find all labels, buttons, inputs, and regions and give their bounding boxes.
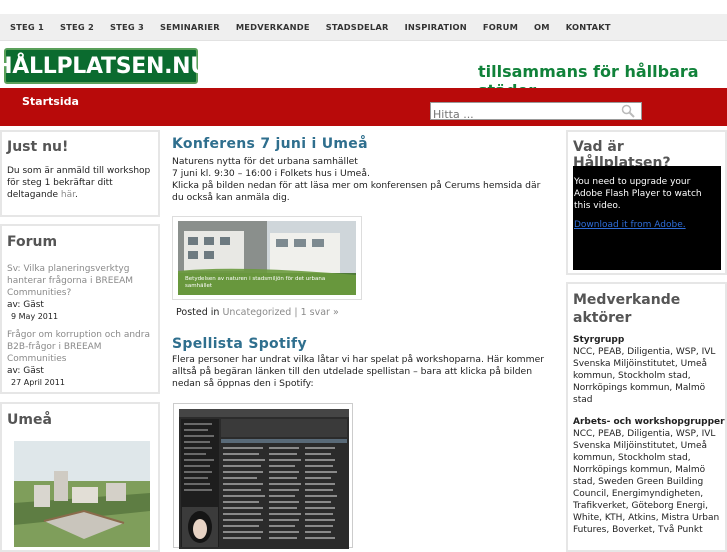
group-members: NCC, PEAB, Diligentia, WSP, IVL Svenska … (573, 429, 720, 535)
medverkande-title: Medverkande aktörer (573, 292, 681, 326)
forum-post: Frågor om korruption och andra B2B-frågo… (7, 329, 159, 389)
umea-aerial-image[interactable] (14, 441, 150, 547)
forum-post-date: 9 May 2011 (11, 312, 59, 321)
nav-inspiration[interactable]: INSPIRATION (405, 22, 467, 32)
nav-forum[interactable]: FORUM (483, 22, 518, 32)
nav-steg-1[interactable]: STEG 1 (10, 22, 44, 32)
search-icon[interactable] (621, 104, 635, 118)
flash-download-link[interactable]: Download it from Adobe. (574, 220, 686, 230)
site-logo[interactable]: HÅLLPLATSEN.NU (0, 48, 208, 84)
forum-post-link[interactable]: Frågor om korruption och andra B2B-frågo… (7, 330, 150, 364)
search-box (430, 102, 642, 123)
spotify-image-frame[interactable] (173, 403, 353, 549)
just-nu-widget: Just nu! Du som är anmäld till workshop … (0, 130, 160, 217)
forum-post-author: av: Gäst (7, 366, 44, 376)
medverkande-group: Arbets- och workshopgrupper NCC, PEAB, D… (573, 416, 725, 536)
top-navigation: STEG 1 STEG 2 STEG 3 SEMINARIER MEDVERKA… (0, 14, 727, 40)
spotify-playlist-image[interactable] (179, 409, 349, 549)
post-line: Klicka på bilden nedan för att läsa mer … (172, 180, 541, 203)
forum-widget: Forum Sv: Vilka planeringsverktyg hanter… (0, 224, 160, 394)
just-nu-title: Just nu! (7, 139, 69, 155)
post-line: Naturens nytta för det urbana samhället (172, 156, 358, 167)
forum-post-author: av: Gäst (7, 300, 44, 310)
just-nu-link[interactable]: här (61, 190, 75, 200)
post-body: Naturens nytta för det urbana samhället … (172, 156, 547, 204)
nav-medverkande[interactable]: MEDVERKANDE (236, 22, 310, 32)
forum-title: Forum (7, 234, 58, 250)
umea-widget: Umeå (0, 402, 160, 552)
nav-kontakt[interactable]: KONTAKT (566, 22, 611, 32)
nav-steg-2[interactable]: STEG 2 (60, 22, 94, 32)
search-input[interactable] (431, 106, 625, 123)
post-title[interactable]: Spellista Spotify (172, 336, 307, 352)
group-name: Arbets- och workshopgrupper (573, 417, 725, 427)
logo-text: HÅLLPLATSEN.NU (0, 53, 208, 79)
nav-om[interactable]: OM (534, 22, 550, 32)
nav-seminarier[interactable]: SEMINARIER (160, 22, 220, 32)
post-title[interactable]: Konferens 7 juni i Umeå (172, 136, 368, 152)
conference-image-frame[interactable]: Betydelsen av naturen i stadsmiljön för … (172, 216, 362, 300)
medverkande-widget: Medverkande aktörer Styrgrupp NCC, PEAB,… (566, 282, 727, 552)
medverkande-group: Styrgrupp NCC, PEAB, Diligentia, WSP, IV… (573, 334, 725, 406)
forum-post: Sv: Vilka planeringsverktyg hanterar frå… (7, 263, 159, 323)
category-link[interactable]: Uncategorized (222, 307, 291, 318)
replies-link[interactable]: 1 svar » (301, 307, 339, 318)
nav-stadsdelar[interactable]: STADSDELAR (326, 22, 389, 32)
flash-video-placeholder[interactable]: You need to upgrade your Adobe Flash Pla… (573, 166, 721, 270)
post-line: 7 juni kl. 9:30 – 16:00 i Folkets hus i … (172, 168, 370, 179)
flash-message: You need to upgrade your Adobe Flash Pla… (574, 177, 702, 211)
post-meta: Posted in Uncategorized | 1 svar » (176, 307, 339, 318)
banner-caption: Betydelsen av naturen i stadsmiljön för … (185, 276, 326, 289)
nav-steg-3[interactable]: STEG 3 (110, 22, 144, 32)
forum-post-date: 27 April 2011 (11, 378, 65, 387)
home-link[interactable]: Startsida (22, 95, 79, 108)
group-name: Styrgrupp (573, 335, 625, 345)
just-nu-text: Du som är anmäld till workshop för steg … (7, 166, 151, 200)
group-members: NCC, PEAB, Diligentia, WSP, IVL Svenska … (573, 347, 716, 405)
umea-title: Umeå (7, 412, 52, 428)
forum-post-link[interactable]: Sv: Vilka planeringsverktyg hanterar frå… (7, 264, 133, 298)
post-body: Flera personer har undrat vilka låtar vi… (172, 354, 545, 389)
vad-ar-widget: Vad är Hållplatsen? You need to upgrade … (566, 130, 727, 275)
